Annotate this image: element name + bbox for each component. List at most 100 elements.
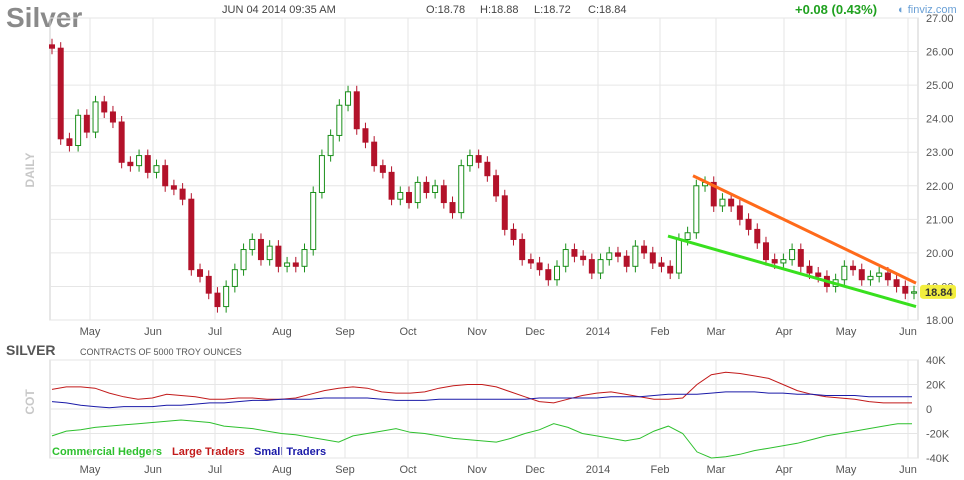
candle-body <box>405 191 412 204</box>
candle-body <box>231 269 238 287</box>
resistance-trendline <box>692 174 917 285</box>
price-x-tick: Dec <box>525 326 545 338</box>
cot-x-tick: Dec <box>525 464 545 476</box>
cot-x-tick: Mar <box>707 464 726 476</box>
candle-body <box>580 255 587 261</box>
candle-body <box>754 228 761 244</box>
cot-x-tick: Apr <box>775 464 792 476</box>
candle-body <box>205 275 212 294</box>
candle-body <box>240 249 247 271</box>
small-traders-line <box>51 391 912 409</box>
candle-body <box>101 101 108 113</box>
candle-body <box>588 259 595 274</box>
candle-body <box>66 138 73 147</box>
candle-body <box>197 269 204 277</box>
candle-body <box>75 114 82 147</box>
cot-x-tick: Oct <box>399 464 416 476</box>
candle-body <box>597 259 604 274</box>
candle-body <box>667 265 674 274</box>
candle-body <box>466 155 473 167</box>
candle-body <box>440 185 447 204</box>
price-x-tick: May <box>836 326 857 338</box>
price-x-tick: Jul <box>208 326 222 338</box>
candle-body <box>684 232 691 240</box>
candle-body <box>109 111 116 123</box>
price-y-tick: 20.00 <box>926 248 954 260</box>
candle-body <box>484 161 491 177</box>
candle-body <box>362 128 369 143</box>
price-x-tick: Jun <box>144 326 162 338</box>
candle-body <box>841 265 848 281</box>
candle-body <box>867 275 874 281</box>
price-y-tick: 23.00 <box>926 147 954 159</box>
price-y-tick: 21.00 <box>926 214 954 226</box>
candle-body <box>345 91 352 106</box>
candle-body <box>49 44 55 49</box>
candle-body <box>797 249 804 267</box>
candle-body <box>223 285 230 308</box>
candle-body <box>762 242 769 261</box>
candle-body <box>858 269 865 281</box>
cot-x-tick: May <box>836 464 857 476</box>
candle-body <box>745 218 752 230</box>
price-y-tick: 18.00 <box>926 315 954 327</box>
candle-body <box>379 165 386 173</box>
cot-x-tick: Nov <box>467 464 487 476</box>
cot-x-tick: Aug <box>272 464 292 476</box>
price-y-tick: 27.00 <box>926 13 954 25</box>
price-x-tick: Jun <box>899 326 917 338</box>
candle-body <box>911 291 917 294</box>
price-x-tick: Aug <box>272 326 292 338</box>
cot-y-tick: -40K <box>926 453 950 465</box>
candle-body <box>318 155 325 193</box>
candle-body <box>284 262 291 267</box>
candle-body <box>850 265 857 271</box>
candle-body <box>57 47 64 140</box>
candle-body <box>397 191 404 200</box>
cot-x-tick: 2014 <box>586 464 610 476</box>
candle-body <box>301 249 308 267</box>
candle-body <box>249 238 256 251</box>
candle-body <box>527 259 534 264</box>
candle-body <box>458 165 465 214</box>
candle-body <box>266 245 273 261</box>
candle-body <box>815 272 822 277</box>
price-x-tick: Sep <box>335 326 355 338</box>
candle-body <box>571 249 578 257</box>
candle-body <box>153 165 160 173</box>
candle-body <box>336 104 343 136</box>
price-panel-frame <box>49 17 919 321</box>
cot-x-tick: May <box>80 464 101 476</box>
candle-body <box>136 155 143 167</box>
candle-body <box>83 114 90 133</box>
candle-body <box>649 252 656 264</box>
candle-body <box>423 181 430 193</box>
candle-body <box>475 155 482 163</box>
price-x-tick: Apr <box>775 326 792 338</box>
cot-y-tick: 40K <box>926 355 946 367</box>
cot-x-tick: Jul <box>208 464 222 476</box>
candle-body <box>876 272 883 277</box>
price-x-tick: Mar <box>707 326 726 338</box>
candle-body <box>257 238 264 261</box>
candle-body <box>449 202 456 214</box>
candle-body <box>519 238 526 261</box>
candle-body <box>902 285 909 294</box>
cot-y-tick: 0 <box>926 404 932 416</box>
candle-body <box>780 259 787 264</box>
price-x-tick: Feb <box>651 326 670 338</box>
candle-body <box>371 141 378 167</box>
candle-body <box>127 161 134 167</box>
candle-body <box>893 279 900 287</box>
candle-body <box>214 292 221 308</box>
candle-body <box>188 198 195 271</box>
candle-body <box>144 155 151 173</box>
candle-body <box>310 191 317 251</box>
candle-body <box>432 185 439 193</box>
price-y-tick: 24.00 <box>926 114 954 126</box>
candle-body <box>693 185 700 234</box>
price-x-tick: Oct <box>399 326 416 338</box>
candle-body <box>118 121 125 163</box>
candle-body <box>562 249 569 267</box>
last-price-label: 18.84 <box>925 287 953 299</box>
